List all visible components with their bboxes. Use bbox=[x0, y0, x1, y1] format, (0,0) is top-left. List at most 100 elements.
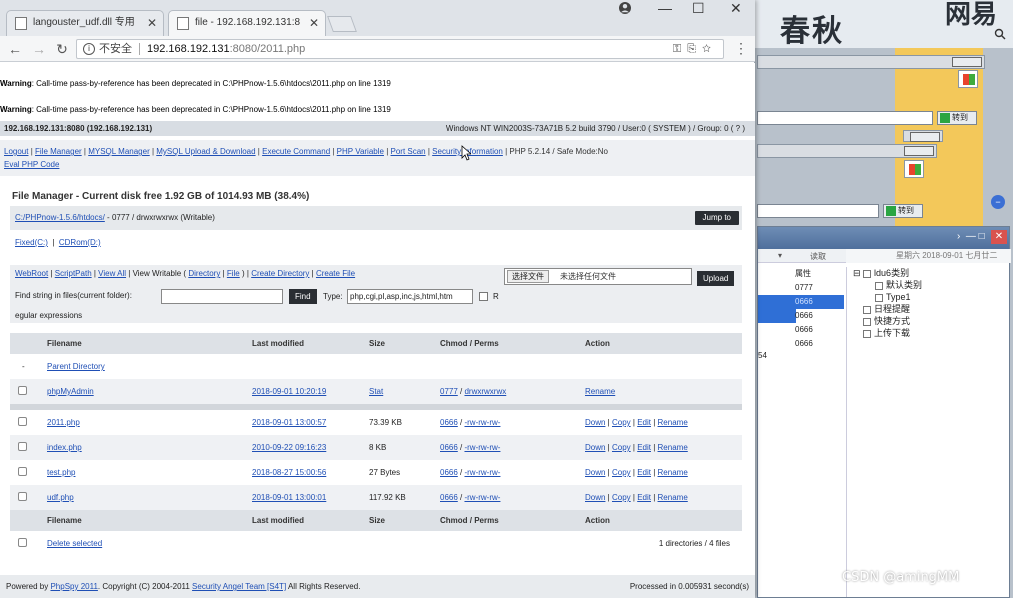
menu-file-manager[interactable]: File Manager bbox=[35, 147, 82, 156]
dir-name-link[interactable]: phpMyAdmin bbox=[47, 387, 94, 396]
window-controls-icon[interactable] bbox=[904, 146, 934, 156]
menu-mysql-upload[interactable]: MySQL Upload & Download bbox=[156, 147, 255, 156]
type-input[interactable]: php,cgi,pl,asp,inc,js,html,htm bbox=[347, 289, 473, 304]
select-all-checkbox[interactable] bbox=[18, 538, 27, 547]
key-icon[interactable]: ⚿ bbox=[673, 43, 687, 55]
minimize-icon[interactable]: — bbox=[658, 0, 672, 16]
create-file-link[interactable]: Create File bbox=[316, 269, 355, 278]
chmod-link[interactable]: 0666 bbox=[440, 468, 458, 477]
perms-link[interactable]: -rw-rw-rw- bbox=[464, 418, 500, 427]
copy-link[interactable]: Copy bbox=[612, 493, 631, 502]
modified-link[interactable]: 2018-09-01 13:00:01 bbox=[252, 493, 326, 502]
view-writable-directory-link[interactable]: Directory bbox=[188, 269, 220, 278]
parent-directory-link[interactable]: Parent Directory bbox=[47, 362, 105, 371]
row-checkbox[interactable] bbox=[18, 417, 27, 426]
column-last-modified[interactable]: Last modified bbox=[252, 333, 369, 354]
new-tab-button[interactable] bbox=[327, 16, 357, 32]
maximize-icon[interactable]: ☐ bbox=[692, 0, 705, 16]
view-writable-file-link[interactable]: File bbox=[227, 269, 240, 278]
background-address-field-2[interactable] bbox=[757, 204, 879, 218]
menu-execute-command[interactable]: Execute Command bbox=[262, 147, 330, 156]
chmod-link[interactable]: 0666 bbox=[440, 443, 458, 452]
row-checkbox[interactable] bbox=[18, 386, 27, 395]
tree-item[interactable]: 默认类别 bbox=[853, 279, 1006, 291]
translate-icon[interactable]: ⎘ bbox=[687, 43, 702, 55]
perms-link[interactable]: drwxrwxrwx bbox=[464, 387, 506, 396]
close-tab-icon[interactable]: ✕ bbox=[147, 11, 157, 35]
delete-selected-link[interactable]: Delete selected bbox=[47, 539, 102, 548]
edit-link[interactable]: Edit bbox=[637, 443, 651, 452]
file-name-link[interactable]: 2011.php bbox=[47, 418, 80, 427]
row-checkbox[interactable] bbox=[18, 467, 27, 476]
scriptpath-link[interactable]: ScriptPath bbox=[55, 269, 92, 278]
column-chmod[interactable]: Chmod / Perms bbox=[440, 333, 585, 354]
file-upload-input[interactable]: 选择文件 未选择任何文件 bbox=[504, 268, 692, 285]
address-bar[interactable]: i 不安全 192.168.192.131:8080/2011.php ⚿⎘☆ bbox=[76, 39, 724, 59]
rename-link[interactable]: Rename bbox=[658, 493, 688, 502]
column-filename[interactable]: Filename bbox=[47, 333, 252, 354]
column-filename[interactable]: Filename bbox=[47, 510, 252, 531]
close-icon[interactable]: ✕ bbox=[991, 230, 1007, 244]
forward-icon[interactable]: → bbox=[30, 40, 48, 58]
copy-link[interactable]: Copy bbox=[612, 468, 631, 477]
menu-eval-php[interactable]: Eval PHP Code bbox=[4, 160, 59, 169]
menu-icon[interactable]: ⋮ bbox=[734, 40, 748, 57]
menu-mysql-manager[interactable]: MYSQL Manager bbox=[88, 147, 150, 156]
window-controls-icon[interactable] bbox=[910, 132, 940, 142]
download-link[interactable]: Down bbox=[585, 468, 605, 477]
rename-link[interactable]: Rename bbox=[585, 387, 615, 396]
chmod-link[interactable]: 0666 bbox=[440, 493, 458, 502]
dropdown-chevron-icon[interactable]: ▾ bbox=[778, 251, 782, 260]
column-chmod[interactable]: Chmod / Perms bbox=[440, 510, 585, 531]
window-controls-icon[interactable] bbox=[952, 57, 982, 67]
download-link[interactable]: Down bbox=[585, 418, 605, 427]
perms-link[interactable]: -rw-rw-rw- bbox=[464, 468, 500, 477]
modified-link[interactable]: 2010-09-22 09:16:23 bbox=[252, 443, 326, 452]
jump-to-button[interactable]: Jump to bbox=[694, 211, 739, 225]
tree-item[interactable]: 快捷方式 bbox=[853, 315, 1006, 327]
download-link[interactable]: Down bbox=[585, 443, 605, 452]
modified-link[interactable]: 2018-09-01 10:20:19 bbox=[252, 387, 326, 396]
current-path-link[interactable]: C:/PHPnow-1.5.6/htdocs/ bbox=[15, 213, 105, 222]
menu-port-scan[interactable]: Port Scan bbox=[391, 147, 426, 156]
tree-item[interactable]: 上传下载 bbox=[853, 327, 1006, 339]
background-go-button-2[interactable]: 转到 bbox=[883, 204, 923, 218]
team-link[interactable]: Security Angel Team [S4T] bbox=[192, 582, 286, 591]
view-all-link[interactable]: View All bbox=[98, 269, 126, 278]
column-size[interactable]: Size bbox=[369, 333, 440, 354]
file-name-link[interactable]: index.php bbox=[47, 443, 82, 452]
column-last-modified[interactable]: Last modified bbox=[252, 510, 369, 531]
row-checkbox[interactable] bbox=[18, 492, 27, 501]
chmod-link[interactable]: 0777 bbox=[440, 387, 458, 396]
close-window-icon[interactable]: ✕ bbox=[730, 0, 742, 16]
rename-link[interactable]: Rename bbox=[658, 468, 688, 477]
tab-file[interactable]: file - 192.168.192.131:8 ✕ bbox=[168, 10, 326, 36]
drive-d-link[interactable]: CDRom(D:) bbox=[59, 238, 101, 247]
chmod-link[interactable]: 0666 bbox=[440, 418, 458, 427]
security-indicator[interactable]: 不安全 bbox=[99, 40, 132, 58]
perms-link[interactable]: -rw-rw-rw- bbox=[464, 443, 500, 452]
column-size[interactable]: Size bbox=[369, 510, 440, 531]
modified-link[interactable]: 2018-08-27 15:00:56 bbox=[252, 468, 326, 477]
list-item[interactable]: 0666 bbox=[758, 323, 844, 337]
stat-link[interactable]: Stat bbox=[369, 387, 383, 396]
choose-file-button[interactable]: 选择文件 bbox=[507, 270, 549, 283]
row-checkbox[interactable] bbox=[18, 442, 27, 451]
list-item[interactable]: 0777 bbox=[758, 281, 844, 295]
rename-link[interactable]: Rename bbox=[658, 443, 688, 452]
tree-item[interactable]: ⊟ ldu6类别 bbox=[853, 267, 1006, 279]
tree-item[interactable]: 日程提醒 bbox=[853, 303, 1006, 315]
phpspy-link[interactable]: PhpSpy 2011 bbox=[50, 582, 97, 591]
close-tab-icon[interactable]: ✕ bbox=[309, 11, 319, 35]
perms-link[interactable]: -rw-rw-rw- bbox=[464, 493, 500, 502]
menu-php-variable[interactable]: PHP Variable bbox=[337, 147, 384, 156]
download-link[interactable]: Down bbox=[585, 493, 605, 502]
bookmark-star-icon[interactable]: ☆ bbox=[702, 43, 717, 55]
edit-link[interactable]: Edit bbox=[637, 418, 651, 427]
edit-link[interactable]: Edit bbox=[637, 468, 651, 477]
tab-langouster[interactable]: langouster_udf.dll 专用 ✕ bbox=[6, 10, 164, 36]
webroot-link[interactable]: WebRoot bbox=[15, 269, 48, 278]
list-item[interactable]: 0666 bbox=[758, 295, 844, 309]
reload-icon[interactable]: ↻ bbox=[53, 40, 71, 58]
background-address-field[interactable] bbox=[757, 111, 933, 125]
